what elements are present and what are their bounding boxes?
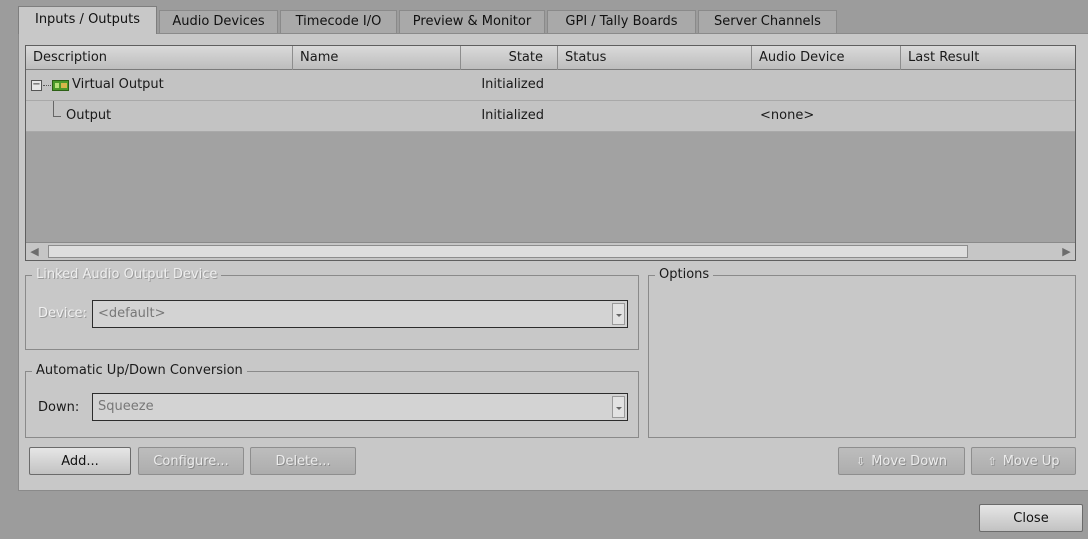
col-header-state[interactable]: State [461,46,558,70]
delete-button[interactable]: Delete... [250,447,356,475]
arrow-down-icon: ⇩ [855,455,866,468]
conversion-title: Automatic Up/Down Conversion [32,363,247,378]
scroll-thumb[interactable] [48,245,968,258]
col-header-description[interactable]: Description [26,46,293,70]
tab-panel: Description Name State Status Audio Devi… [18,33,1088,491]
scroll-right-icon[interactable]: ▶ [1058,243,1075,260]
tree-connector [43,85,51,86]
down-label: Down: [38,400,80,415]
tab-timecode-io[interactable]: Timecode I/O [280,10,397,33]
device-combo[interactable]: <default> [92,300,628,328]
table-row[interactable]: − Virtual Output Initialized [26,70,1075,101]
move-down-button[interactable]: ⇩ Move Down [838,447,965,475]
horizontal-scrollbar[interactable]: ◀ ▶ [26,242,1075,260]
chevron-down-icon[interactable] [612,303,625,325]
move-down-label: Move Down [871,454,948,469]
tree-connector [53,116,61,117]
options-group: Options [648,267,1076,438]
add-button[interactable]: Add... [29,447,131,475]
col-header-status[interactable]: Status [558,46,752,70]
tab-audio-devices[interactable]: Audio Devices [159,10,278,33]
move-up-label: Move Up [1002,454,1060,469]
tab-inputs-outputs[interactable]: Inputs / Outputs [18,6,157,34]
linked-audio-title: Linked Audio Output Device [32,267,222,282]
row-description: Output [66,108,112,123]
arrow-up-icon: ⇧ [987,455,997,468]
conversion-group: Automatic Up/Down Conversion Down: Squee… [25,363,639,438]
row-state: Initialized [481,77,544,92]
table-row[interactable]: Output Initialized <none> [26,101,1075,132]
row-audio-device: <none> [760,108,815,123]
collapse-icon[interactable]: − [31,80,42,91]
device-label: Device: [38,306,87,321]
configure-button[interactable]: Configure... [138,447,244,475]
linked-audio-group: Linked Audio Output Device Device: <defa… [25,267,639,350]
tab-gpi-tally-boards[interactable]: GPI / Tally Boards [547,10,696,33]
grid-header: Description Name State Status Audio Devi… [26,46,1075,70]
tree-connector [53,101,54,116]
tab-server-channels[interactable]: Server Channels [698,10,837,33]
down-combo-value: Squeeze [98,399,154,414]
down-combo[interactable]: Squeeze [92,393,628,421]
col-header-audio-device[interactable]: Audio Device [752,46,901,70]
col-header-name[interactable]: Name [293,46,461,70]
io-grid[interactable]: Description Name State Status Audio Devi… [25,45,1076,261]
tab-preview-monitor[interactable]: Preview & Monitor [399,10,545,33]
options-title: Options [655,267,714,282]
move-up-button[interactable]: ⇧ Move Up [971,447,1076,475]
video-card-icon [52,80,69,91]
row-state: Initialized [481,108,544,123]
close-button[interactable]: Close [979,504,1083,532]
chevron-down-icon[interactable] [612,396,625,418]
row-description: Virtual Output [72,77,164,92]
device-combo-value: <default> [98,306,166,321]
col-header-last-result[interactable]: Last Result [901,46,1077,70]
scroll-left-icon[interactable]: ◀ [26,243,43,260]
